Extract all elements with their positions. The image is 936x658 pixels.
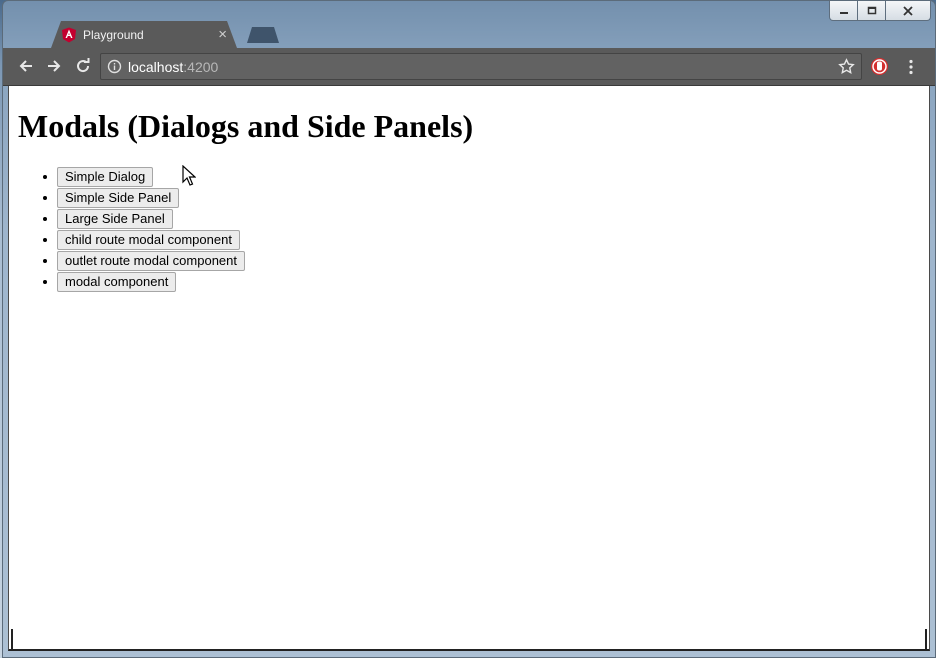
simple-dialog-button[interactable]: Simple Dialog bbox=[57, 166, 154, 187]
outlet-route-modal-button[interactable]: outlet route modal component bbox=[57, 250, 245, 271]
menu-icon bbox=[909, 59, 913, 75]
modal-button-list: Simple Dialog Simple Side Panel Large Si… bbox=[19, 166, 245, 292]
tab-playground[interactable]: Playground × bbox=[51, 21, 237, 48]
new-tab-button[interactable] bbox=[247, 27, 279, 43]
url-text: localhost:4200 bbox=[128, 59, 218, 75]
list-item: Simple Dialog bbox=[57, 166, 245, 187]
forward-button[interactable] bbox=[44, 56, 64, 76]
viewport-corner-left bbox=[11, 629, 13, 649]
back-button[interactable] bbox=[16, 56, 36, 76]
list-item: Large Side Panel bbox=[57, 208, 245, 229]
reload-button[interactable] bbox=[73, 56, 93, 76]
tab-title: Playground bbox=[83, 27, 144, 42]
simple-side-panel-button[interactable]: Simple Side Panel bbox=[57, 187, 180, 208]
viewport-corner-right bbox=[925, 629, 927, 649]
url-port: :4200 bbox=[183, 58, 219, 75]
reload-icon bbox=[77, 58, 90, 73]
close-window-button[interactable] bbox=[885, 1, 931, 21]
forward-icon bbox=[48, 60, 61, 72]
modal-component-button[interactable]: modal component bbox=[57, 271, 177, 292]
list-item: outlet route modal component bbox=[57, 250, 245, 271]
angular-icon bbox=[61, 27, 77, 43]
title-bar: Playground × bbox=[3, 1, 935, 48]
close-icon bbox=[903, 5, 913, 16]
extension-icon bbox=[871, 58, 888, 75]
large-side-panel-button[interactable]: Large Side Panel bbox=[57, 208, 173, 229]
minimize-button[interactable] bbox=[829, 1, 858, 21]
url-host: localhost bbox=[128, 58, 184, 75]
child-route-modal-button[interactable]: child route modal component bbox=[57, 229, 240, 250]
address-bar[interactable]: localhost:4200 bbox=[100, 53, 862, 80]
maximize-button[interactable] bbox=[857, 1, 886, 21]
browser-window: Playground × localhost:4200 Modals (Dial… bbox=[2, 0, 936, 658]
page-title: Modals (Dialogs and Side Panels) bbox=[18, 108, 474, 144]
back-icon bbox=[19, 60, 32, 72]
page-viewport: Modals (Dialogs and Side Panels) Simple … bbox=[8, 86, 930, 651]
list-item: modal component bbox=[57, 271, 245, 292]
list-item: Simple Side Panel bbox=[57, 187, 245, 208]
info-icon[interactable] bbox=[107, 59, 122, 74]
browser-toolbar: localhost:4200 bbox=[3, 48, 935, 86]
window-controls bbox=[829, 1, 931, 21]
tab-close-button[interactable]: × bbox=[218, 27, 227, 42]
star-icon bbox=[838, 58, 855, 74]
browser-menu-button[interactable] bbox=[901, 57, 921, 77]
tab-strip: Playground × bbox=[3, 21, 935, 48]
minimize-icon bbox=[839, 11, 848, 14]
list-item: child route modal component bbox=[57, 229, 245, 250]
maximize-icon bbox=[867, 6, 876, 15]
mouse-cursor-icon bbox=[182, 165, 196, 186]
extension-button[interactable] bbox=[870, 57, 889, 76]
bookmark-star-button[interactable] bbox=[838, 58, 855, 80]
